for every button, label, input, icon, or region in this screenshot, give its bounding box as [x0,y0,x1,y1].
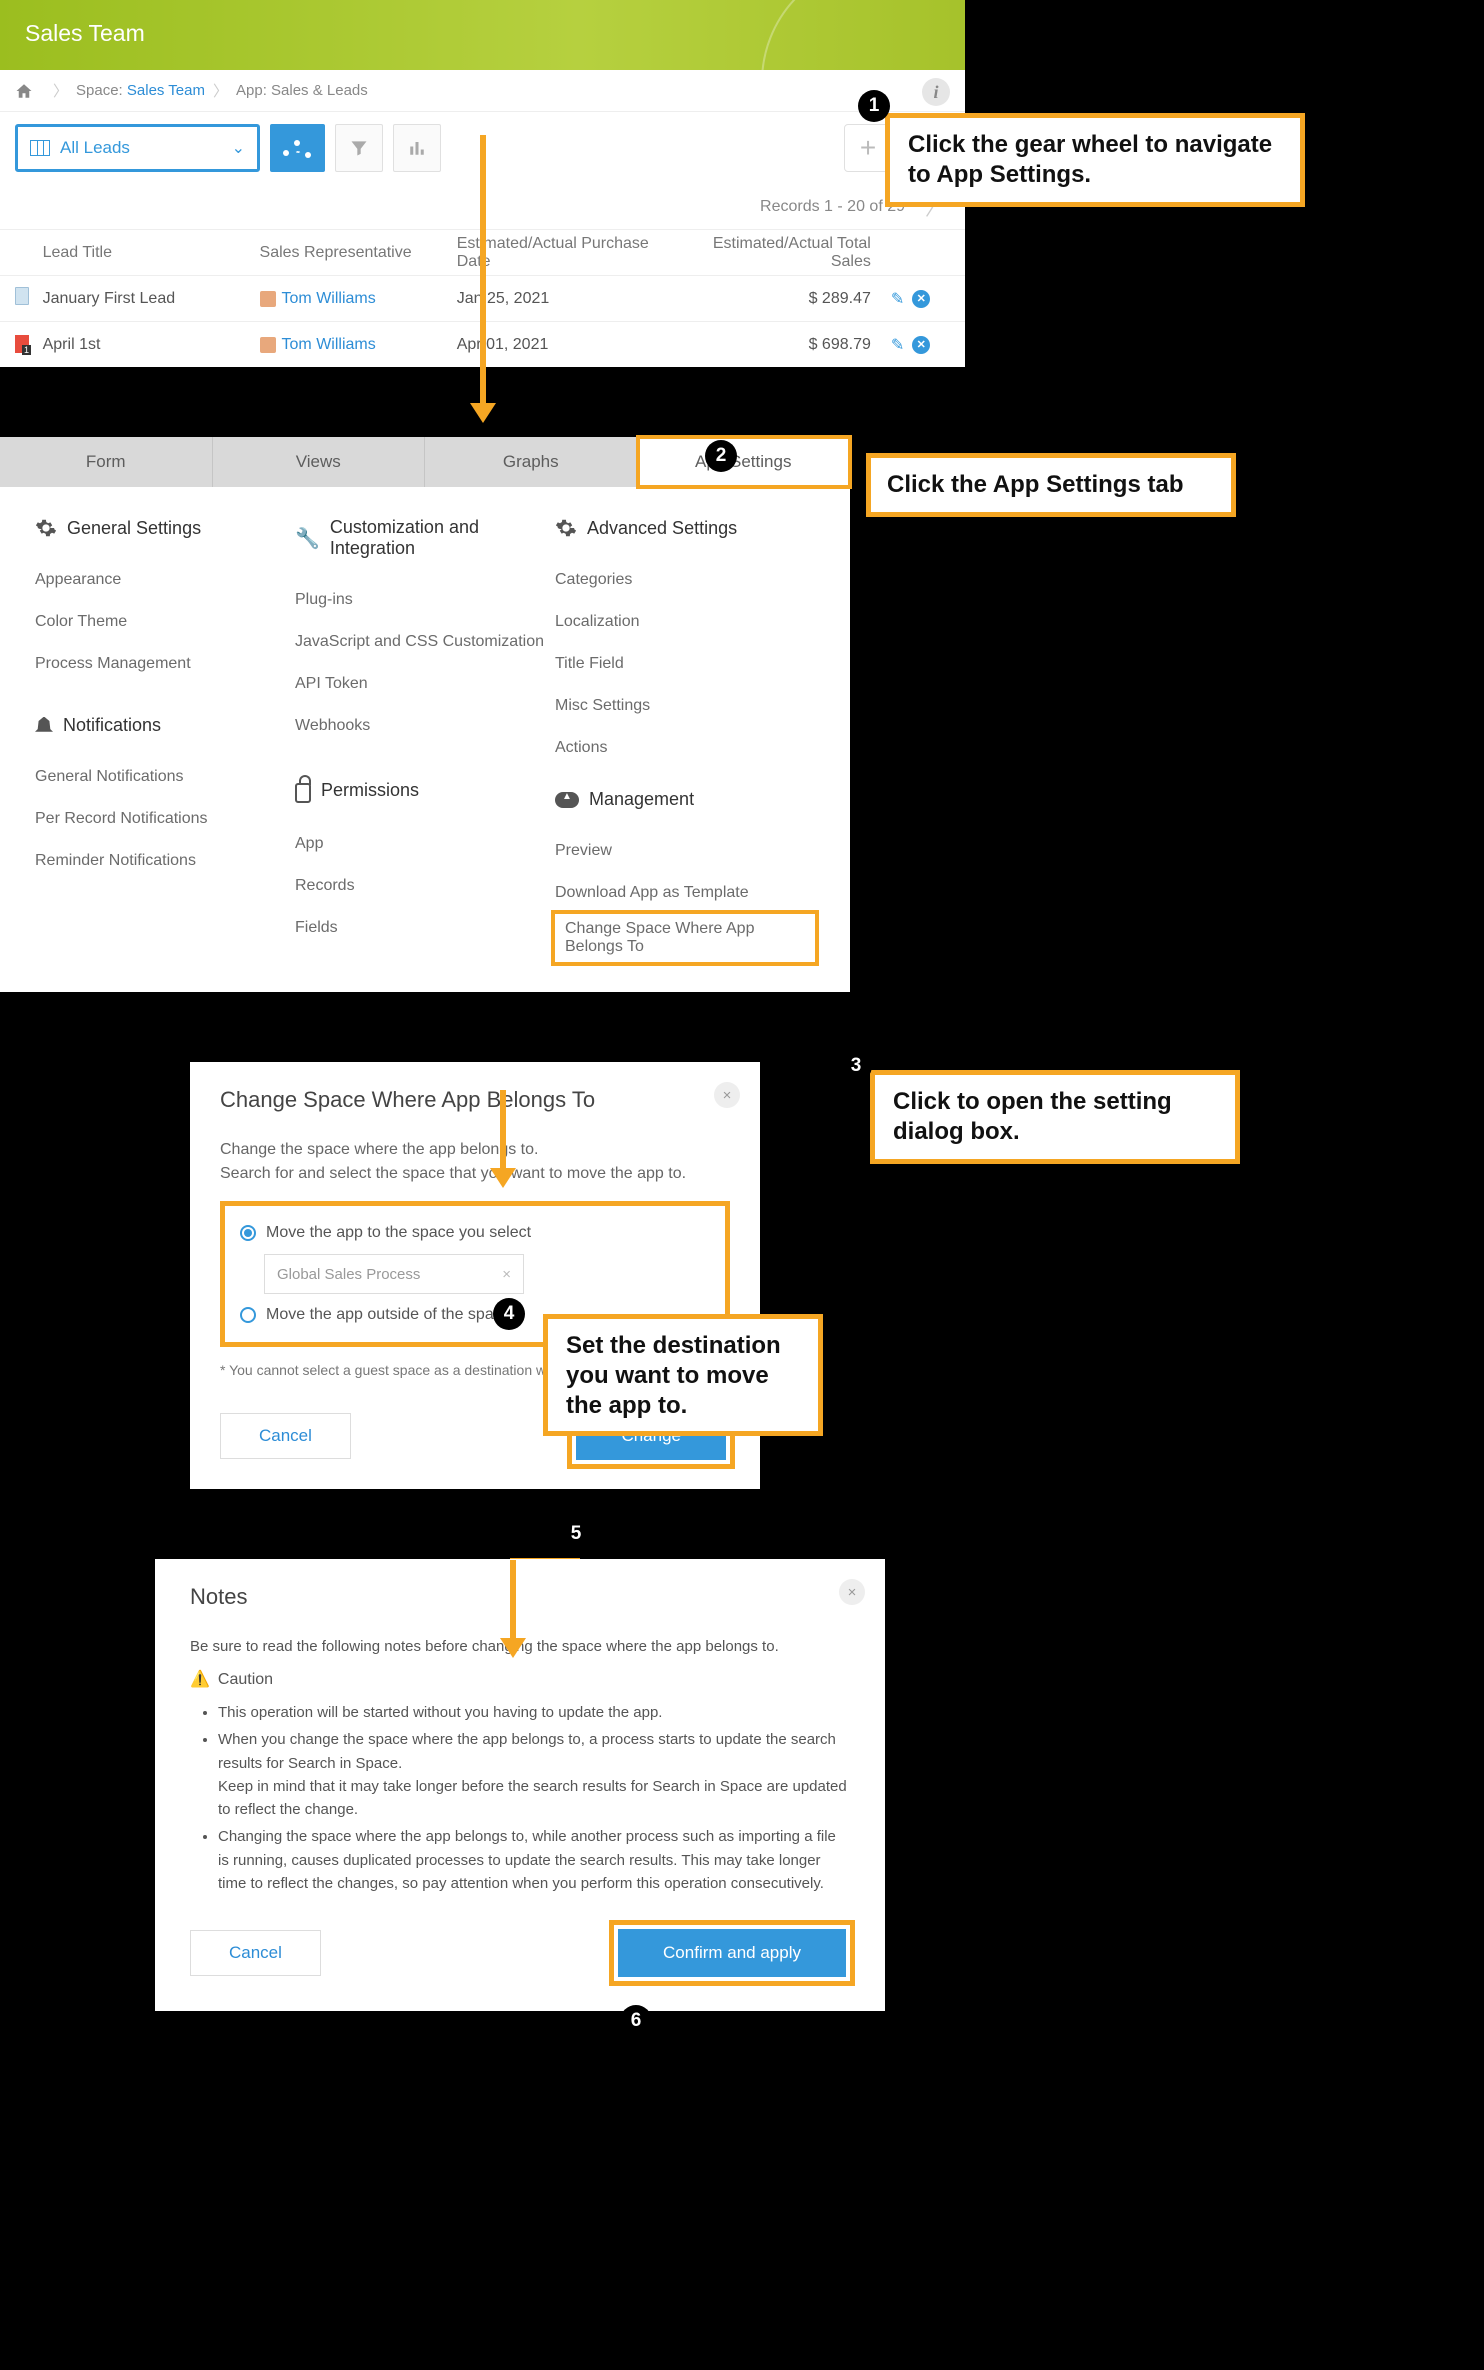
breadcrumb-space-link[interactable]: Sales Team [127,82,205,99]
space-header: Sales Team [0,0,965,70]
dialog-title: Notes [190,1584,850,1610]
section-customization: 🔧 Customization and Integration [295,517,555,559]
caution-label: ⚠️ Caution [190,1668,850,1693]
section-notifications: Notifications [35,715,295,736]
link-perm-app[interactable]: App [295,823,555,865]
space-search-input[interactable]: Global Sales Process × [264,1254,524,1294]
link-perm-fields[interactable]: Fields [295,907,555,949]
link-categories[interactable]: Categories [555,559,815,601]
link-webhooks[interactable]: Webhooks [295,705,555,747]
section-permissions: Permissions [295,777,555,803]
radio-move-to-space[interactable]: Move the app to the space you select [240,1218,710,1248]
arrow-connector [480,135,486,405]
close-icon[interactable]: × [839,1579,865,1605]
link-process-mgmt[interactable]: Process Management [35,643,295,685]
link-misc[interactable]: Misc Settings [555,685,815,727]
warning-icon: ⚠️ [190,1668,210,1693]
bell-icon [35,717,53,735]
callout-3: Click to open the setting dialog box. [870,1070,1240,1164]
graph-button[interactable] [270,124,325,172]
link-download-template[interactable]: Download App as Template [555,872,815,914]
user-link[interactable]: Tom Williams [282,290,376,308]
link-js-css[interactable]: JavaScript and CSS Customization [295,621,555,663]
notes-bullet: When you change the space where the app … [218,1728,850,1821]
cancel-button[interactable]: Cancel [220,1413,351,1459]
funnel-icon [349,138,369,158]
flag-icon [15,335,29,353]
lock-icon [295,783,311,803]
section-management: Management [555,789,815,810]
link-change-space[interactable]: Change Space Where App Belongs To [555,914,815,962]
grid-icon [30,140,50,156]
link-localization[interactable]: Localization [555,601,815,643]
arrow-connector [500,1090,506,1170]
user-link[interactable]: Tom Williams [282,336,376,354]
notes-bullet: Changing the space where the app belongs… [218,1825,850,1895]
notes-bullet: This operation will be started without y… [218,1701,850,1724]
link-appearance[interactable]: Appearance [35,559,295,601]
gear-icon [555,517,577,539]
section-general: General Settings [35,517,295,539]
chart-toggle-button[interactable] [393,124,441,172]
confirm-apply-button[interactable]: Confirm and apply [618,1929,846,1977]
step-badge-5: 5 [560,1518,592,1550]
step-badge-6: 6 [620,2005,652,2037]
breadcrumb: 〉 Space: Sales Team 〉 App: Sales & Leads [0,70,965,112]
wrench-icon: 🔧 [295,526,320,551]
clear-icon[interactable]: × [502,1266,511,1283]
step-badge-2: 2 [705,440,737,472]
bars-icon [408,139,426,157]
close-icon[interactable]: × [714,1082,740,1108]
document-icon [15,287,29,305]
link-general-notif[interactable]: General Notifications [35,756,295,798]
cancel-button[interactable]: Cancel [190,1930,321,1976]
info-icon[interactable]: i [922,78,950,106]
callout-1: Click the gear wheel to navigate to App … [885,113,1305,207]
cloud-icon [555,792,579,808]
filter-button[interactable] [335,124,383,172]
app-settings-panel: Form Views Graphs App Settings General S… [0,437,850,992]
avatar [260,337,276,353]
callout-2: Click the App Settings tab [866,453,1236,517]
link-api-token[interactable]: API Token [295,663,555,705]
pencil-icon[interactable]: ✎ [891,289,904,309]
step-badge-4: 4 [493,1298,525,1330]
chevron-down-icon: ⌄ [232,138,245,158]
breadcrumb-app: App: Sales & Leads [236,82,368,99]
gear-icon [35,517,57,539]
view-dropdown[interactable]: All Leads ⌄ [15,124,260,172]
link-actions[interactable]: Actions [555,727,815,769]
section-advanced: Advanced Settings [555,517,815,539]
step-badge-1: 1 [858,90,890,122]
delete-icon[interactable]: ✕ [912,290,930,308]
space-title: Sales Team [25,20,145,46]
link-per-record-notif[interactable]: Per Record Notifications [35,798,295,840]
tab-form[interactable]: Form [0,437,213,487]
callout-4: Set the destination you want to move the… [543,1314,823,1436]
link-color-theme[interactable]: Color Theme [35,601,295,643]
tab-graphs[interactable]: Graphs [425,437,638,487]
radio-icon [240,1307,256,1323]
link-perm-records[interactable]: Records [295,865,555,907]
arrow-connector [510,1560,516,1640]
pencil-icon[interactable]: ✎ [891,335,904,355]
link-plugins[interactable]: Plug-ins [295,579,555,621]
chart-icon [283,137,313,159]
tab-views[interactable]: Views [213,437,426,487]
radio-icon [240,1225,256,1241]
home-icon[interactable] [15,82,33,100]
link-preview[interactable]: Preview [555,830,815,872]
tab-app-settings[interactable]: App Settings [638,437,851,487]
dialog-title: Change Space Where App Belongs To [220,1087,730,1113]
notes-dialog: × Notes Be sure to read the following no… [155,1559,885,2011]
link-reminder-notif[interactable]: Reminder Notifications [35,840,295,882]
link-title-field[interactable]: Title Field [555,643,815,685]
step-badge-3: 3 [840,1050,872,1082]
delete-icon[interactable]: ✕ [912,336,930,354]
avatar [260,291,276,307]
